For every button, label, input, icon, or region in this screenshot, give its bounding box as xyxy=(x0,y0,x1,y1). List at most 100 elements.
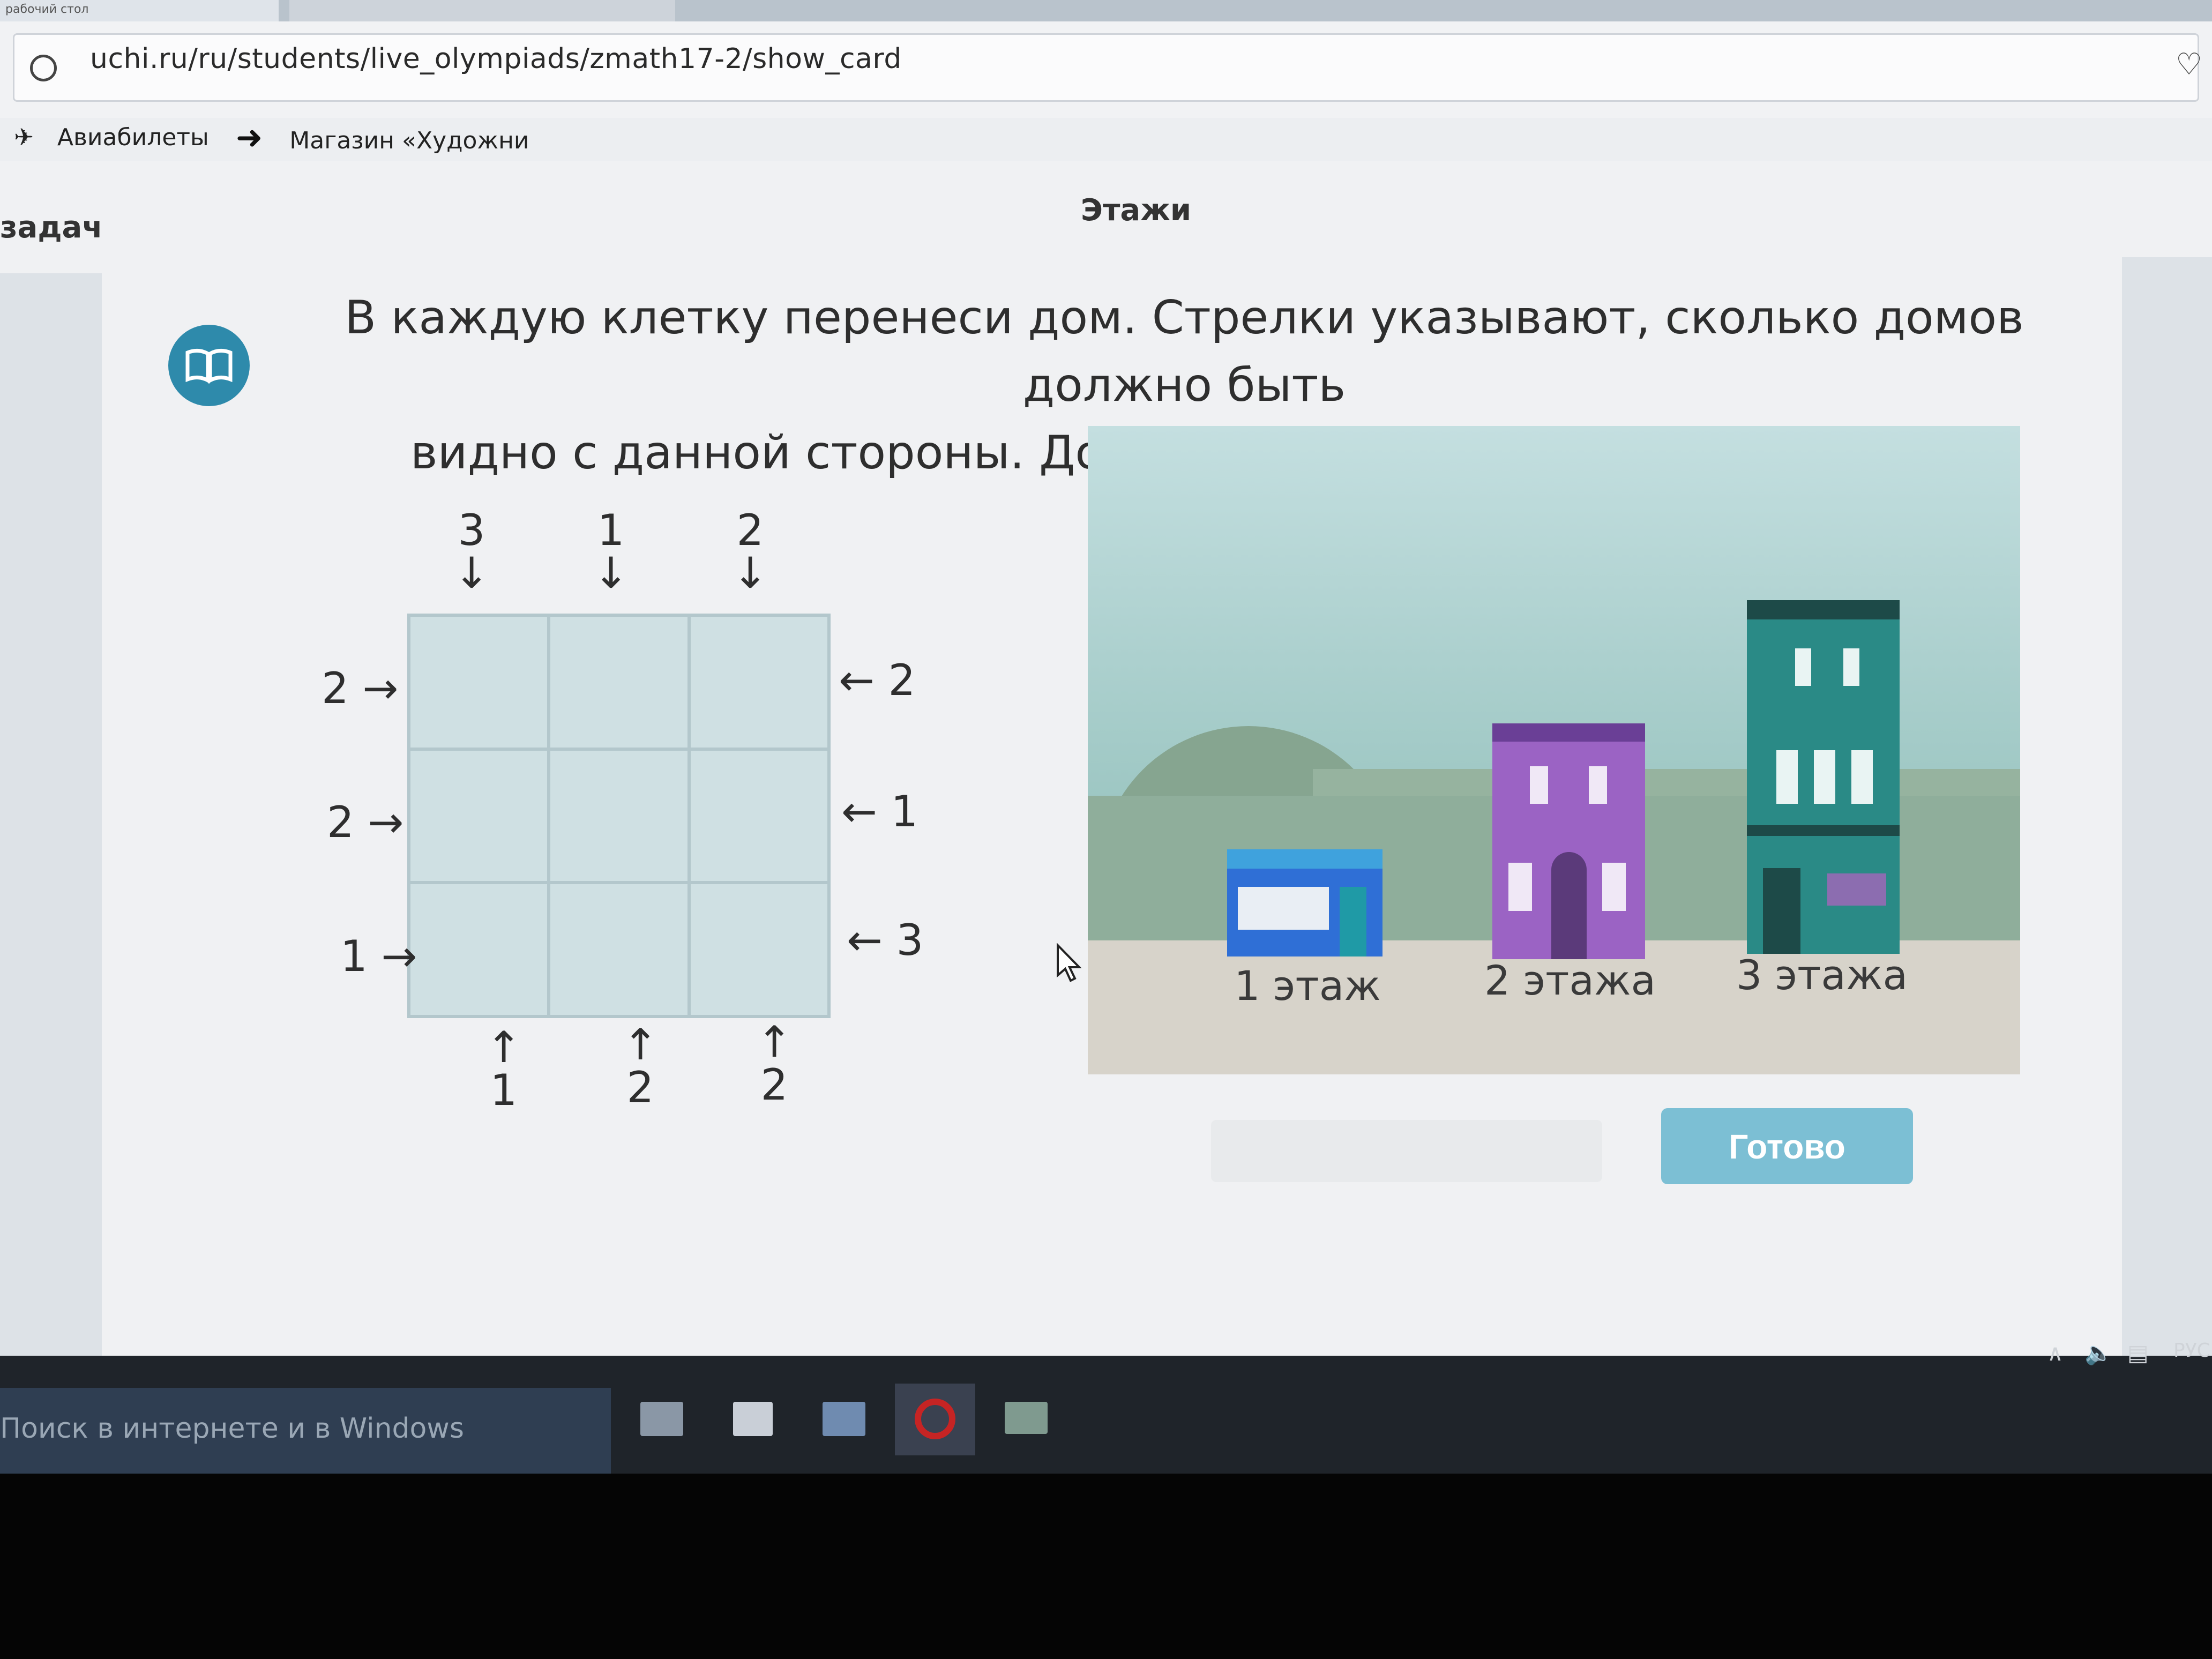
heart-icon[interactable]: ♡ xyxy=(2176,47,2202,82)
sidebar-label[interactable]: задач xyxy=(0,210,103,245)
roof xyxy=(1747,600,1900,619)
clue-number: 2 xyxy=(626,1063,654,1112)
clue-top-1: 3 ↓ xyxy=(445,509,498,595)
secondary-button[interactable] xyxy=(1211,1120,1602,1182)
clue-number: 2 xyxy=(322,663,349,713)
clue-number: 3 xyxy=(458,505,485,555)
bookmark-label: Авиабилеты xyxy=(57,124,209,151)
window xyxy=(1589,766,1607,804)
left-panel xyxy=(0,273,102,1356)
arrow-up-icon: ↑ xyxy=(756,1017,793,1067)
ready-button[interactable]: Готово xyxy=(1661,1108,1913,1184)
taskbar-app[interactable] xyxy=(804,1384,884,1455)
arrow-right-icon: ➜ xyxy=(236,119,263,156)
notification-icon[interactable]: ▤ xyxy=(2127,1340,2149,1366)
clue-bottom-3: ↑ 2 xyxy=(748,1021,801,1107)
mouse-cursor-icon xyxy=(1057,943,1082,982)
arrow-right-icon: → xyxy=(368,797,404,847)
clue-number: 1 xyxy=(891,787,918,836)
clue-bottom-2: ↑ 2 xyxy=(614,1023,667,1109)
arrow-left-icon: ← xyxy=(847,915,883,965)
building-1-floor[interactable] xyxy=(1227,849,1382,956)
clue-top-2: 1 ↓ xyxy=(584,509,638,595)
right-panel xyxy=(2122,257,2212,1356)
puzzle-grid xyxy=(407,614,831,1018)
window xyxy=(1814,750,1835,804)
window xyxy=(1602,863,1626,911)
clue-left-3: 1 → xyxy=(340,935,417,978)
window xyxy=(1530,766,1548,804)
clue-number: 2 xyxy=(736,505,764,555)
grid-cell-r2c3[interactable] xyxy=(689,749,829,883)
taskbar-app[interactable] xyxy=(622,1384,702,1455)
building-label-3: 3 этажа xyxy=(1736,951,1908,999)
opera-icon xyxy=(915,1399,955,1439)
clue-number: 2 xyxy=(888,655,916,705)
arrow-down-icon: ↓ xyxy=(732,548,768,598)
clue-right-3: ← 3 xyxy=(847,919,923,962)
clue-right-1: ← 2 xyxy=(839,659,915,702)
arrow-left-icon: ← xyxy=(839,655,875,705)
clue-number: 2 xyxy=(760,1060,788,1110)
door xyxy=(1551,852,1587,959)
clue-number: 1 xyxy=(490,1065,518,1115)
url-text: uchi.ru/ru/students/live_olympiads/zmath… xyxy=(90,43,902,75)
awning xyxy=(1227,849,1382,869)
globe-icon xyxy=(30,55,57,81)
building-2-floors[interactable] xyxy=(1492,723,1645,959)
window xyxy=(1508,863,1532,911)
bookmark-label: Магазин «Художни xyxy=(289,127,529,154)
grid-cell-r3c1[interactable] xyxy=(409,883,549,1017)
book-icon[interactable] xyxy=(168,325,250,406)
door xyxy=(1763,868,1800,954)
shop-window xyxy=(1238,887,1329,930)
building-label-2: 2 этажа xyxy=(1484,956,1656,1004)
door xyxy=(1340,887,1366,956)
browser-tab[interactable]: рабочий стол xyxy=(0,0,279,21)
bookmark-magazin[interactable]: ➜ Магазин «Художни xyxy=(236,119,529,160)
buildings-scene: 1 этаж 2 этажа 3 этажа xyxy=(1088,426,2020,1074)
monitor-bezel xyxy=(0,1474,2212,1659)
clue-left-2: 2 → xyxy=(327,801,403,844)
building-label-1: 1 этаж xyxy=(1234,962,1381,1010)
grid-cell-r1c2[interactable] xyxy=(549,615,689,749)
speaker-icon[interactable]: 🔈 xyxy=(2084,1340,2112,1366)
file-explorer-icon xyxy=(640,1402,683,1436)
window xyxy=(1851,750,1873,804)
taskbar-search-placeholder: Поиск в интернете и в Windows xyxy=(0,1413,464,1445)
clue-left-1: 2 → xyxy=(322,667,398,710)
grid-cell-r1c1[interactable] xyxy=(409,615,549,749)
grid-cell-r1c3[interactable] xyxy=(689,615,829,749)
clue-number: 1 xyxy=(340,931,368,981)
arrow-left-icon: ← xyxy=(841,787,878,836)
arrow-down-icon: ↓ xyxy=(593,548,629,598)
instruction-line-1: В каждую клетку перенеси дом. Стрелки ук… xyxy=(345,291,2024,412)
plane-icon: ✈ xyxy=(14,124,34,151)
taskbar-app[interactable] xyxy=(986,1384,1066,1455)
window xyxy=(1795,648,1811,686)
clue-number: 1 xyxy=(597,505,625,555)
arrow-up-icon: ↑ xyxy=(622,1020,659,1070)
arrow-right-icon: → xyxy=(362,663,399,713)
taskbar-app-active[interactable] xyxy=(895,1384,975,1455)
grid-cell-r2c1[interactable] xyxy=(409,749,549,883)
bookmark-aviabilety[interactable]: ✈ Авиабилеты xyxy=(14,119,209,156)
clue-bottom-1: ↑ 1 xyxy=(477,1026,530,1112)
taskbar-app[interactable] xyxy=(713,1384,793,1455)
browser-tab-active[interactable] xyxy=(289,0,675,21)
book-icon-glyph xyxy=(185,349,233,384)
folder-icon xyxy=(1005,1402,1048,1434)
window xyxy=(1843,648,1859,686)
awning xyxy=(1827,873,1886,906)
language-indicator[interactable]: РУС xyxy=(2173,1340,2210,1362)
building-3-floors[interactable] xyxy=(1747,600,1900,954)
window xyxy=(1776,750,1798,804)
grid-cell-r3c2[interactable] xyxy=(549,883,689,1017)
arrow-down-icon: ↓ xyxy=(453,548,490,598)
grid-cell-r3c3[interactable] xyxy=(689,883,829,1017)
chevron-up-icon[interactable]: ∧ xyxy=(2047,1340,2064,1366)
page-title: Этажи xyxy=(1080,193,1192,228)
document-app-icon xyxy=(823,1402,865,1436)
arrow-up-icon: ↑ xyxy=(485,1022,522,1072)
grid-cell-r2c2[interactable] xyxy=(549,749,689,883)
